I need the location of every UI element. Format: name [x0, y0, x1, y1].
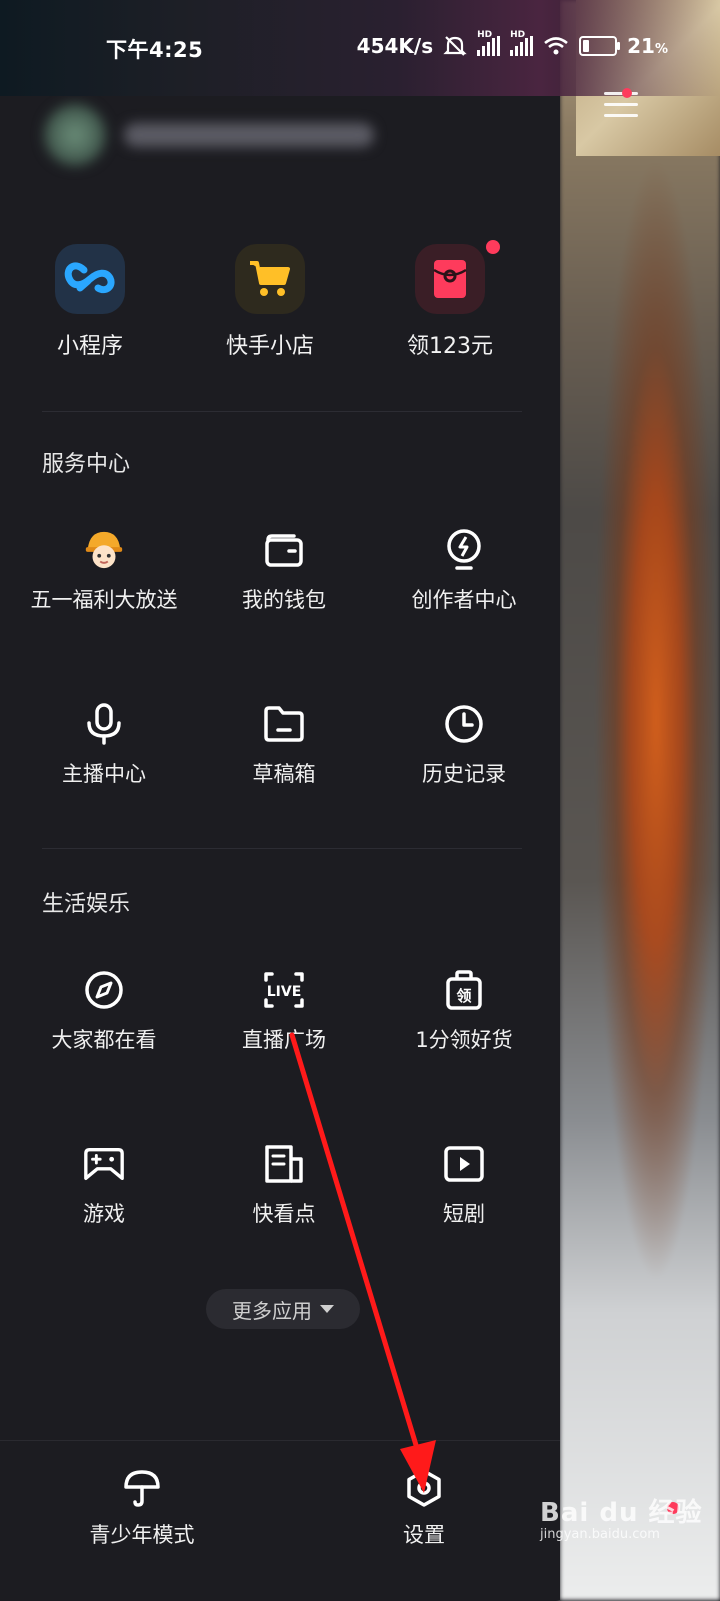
mini-program-icon	[55, 244, 125, 314]
settings-label: 设置	[403, 1523, 445, 1547]
grid-item-label: 五一福利大放送	[30, 588, 178, 612]
section-title-service-center: 服务中心	[42, 452, 131, 477]
avatar[interactable]	[44, 104, 106, 166]
grid-item-label: 快看点	[252, 1202, 316, 1226]
shopping-cart-icon	[235, 244, 305, 314]
grid-item-label: 游戏	[83, 1202, 125, 1226]
triangle-down-icon	[320, 1305, 334, 1313]
more-apps-button[interactable]: 更多应用	[206, 1289, 360, 1329]
life-entertainment-grid: 大家都在看 LIVE 直播广场 领 1分领好货 游戏 快看点 短剧	[14, 948, 554, 1296]
quick-item-label: 领123元	[407, 334, 493, 359]
live-icon: LIVE	[262, 968, 306, 1012]
microphone-icon	[82, 702, 126, 746]
signal-1-icon: HD	[477, 30, 501, 56]
divider	[42, 848, 522, 849]
more-apps-label: 更多应用	[232, 1298, 312, 1323]
grid-item-may-day-benefits[interactable]: 五一福利大放送	[14, 508, 194, 682]
news-icon	[262, 1142, 306, 1186]
grid-item-short-drama[interactable]: 短剧	[374, 1122, 554, 1296]
play-icon	[442, 1142, 486, 1186]
grid-item-live-square[interactable]: LIVE 直播广场	[194, 948, 374, 1122]
mute-bell-icon	[443, 36, 467, 56]
battery-level: 21%	[627, 34, 668, 58]
baidu-jingyan-watermark: Bai du 经验 jingyan.baidu.com	[540, 1492, 720, 1552]
notification-dot	[486, 240, 500, 254]
grid-item-everyone-watching[interactable]: 大家都在看	[14, 948, 194, 1122]
menu-notification-dot	[622, 88, 632, 98]
grid-item-label: 主播中心	[62, 762, 146, 786]
clock-icon	[442, 702, 486, 746]
grid-item-games[interactable]: 游戏	[14, 1122, 194, 1296]
quick-item-red-envelope[interactable]: 领123元	[360, 240, 540, 360]
grid-item-label: 直播广场	[242, 1028, 326, 1052]
teen-mode-label: 青少年模式	[89, 1523, 195, 1547]
status-indicators: 454K/s HD HD 21%	[356, 30, 668, 58]
settings-button[interactable]: 设置	[334, 1467, 514, 1549]
wifi-icon	[544, 37, 568, 55]
coupon-icon-text: 领	[455, 987, 471, 1005]
grid-item-drafts[interactable]: 草稿箱	[194, 682, 374, 856]
signal-2-icon: HD	[510, 30, 534, 56]
grid-item-label: 草稿箱	[252, 762, 316, 786]
battery-icon	[579, 36, 621, 56]
quick-actions: 小程序 快手小店 领123元	[0, 240, 540, 360]
drawer-bottom-bar: 青少年模式 设置	[0, 1440, 560, 1601]
watermark-url: jingyan.baidu.com	[540, 1527, 660, 1542]
teen-mode-button[interactable]: 青少年模式	[52, 1467, 232, 1549]
watermark-logo: Bai du 经验	[540, 1498, 703, 1528]
creator-bulb-icon	[442, 528, 486, 572]
quick-item-kwai-shop[interactable]: 快手小店	[180, 244, 360, 360]
network-speed: 454K/s	[356, 34, 434, 58]
drafts-folder-icon	[262, 702, 306, 746]
grid-item-anchor-center[interactable]: 主播中心	[14, 682, 194, 856]
grid-item-label: 历史记录	[422, 762, 506, 786]
umbrella-icon	[124, 1470, 160, 1507]
coupon-bag-icon: 领	[442, 968, 486, 1012]
quick-item-label: 小程序	[56, 334, 123, 359]
service-center-grid: 五一福利大放送 我的钱包 创作者中心 主播中心 草稿箱 历史记录	[14, 508, 554, 856]
grid-item-label: 短剧	[443, 1202, 485, 1226]
user-profile[interactable]	[44, 100, 384, 170]
menu-icon[interactable]	[604, 92, 638, 120]
grid-item-creator-center[interactable]: 创作者中心	[374, 508, 554, 682]
grid-item-label: 大家都在看	[51, 1028, 157, 1052]
grid-item-kuaikandian[interactable]: 快看点	[194, 1122, 374, 1296]
side-drawer: 小程序 快手小店 领123元 服务中心 五一福利大放送 我的钱包 创作者中心 主…	[0, 0, 560, 1600]
mascot-icon	[82, 528, 126, 572]
quick-item-mini-program[interactable]: 小程序	[0, 244, 180, 360]
red-envelope-icon	[415, 244, 485, 314]
wallet-icon	[262, 528, 306, 572]
hd-label: HD	[477, 30, 493, 40]
grid-item-history[interactable]: 历史记录	[374, 682, 554, 856]
grid-item-1fen-goods[interactable]: 领 1分领好货	[374, 948, 554, 1122]
status-time: 下午4:25	[106, 38, 204, 62]
gamepad-icon	[82, 1142, 126, 1186]
hd-label: HD	[510, 30, 526, 40]
background-feed-blurred	[560, 0, 720, 1600]
live-icon-text: LIVE	[267, 984, 302, 1000]
compass-icon	[82, 968, 126, 1012]
grid-item-wallet[interactable]: 我的钱包	[194, 508, 374, 682]
divider	[42, 411, 522, 412]
grid-item-label: 创作者中心	[411, 588, 517, 612]
section-title-life-entertainment: 生活娱乐	[42, 892, 131, 917]
quick-item-label: 快手小店	[225, 334, 314, 359]
status-bar: 下午4:25 454K/s HD HD 21%	[0, 0, 720, 96]
grid-item-label: 1分领好货	[415, 1028, 513, 1052]
settings-hexagon-icon	[407, 1469, 441, 1507]
grid-item-label: 我的钱包	[242, 588, 326, 612]
username-blurred	[124, 123, 374, 147]
